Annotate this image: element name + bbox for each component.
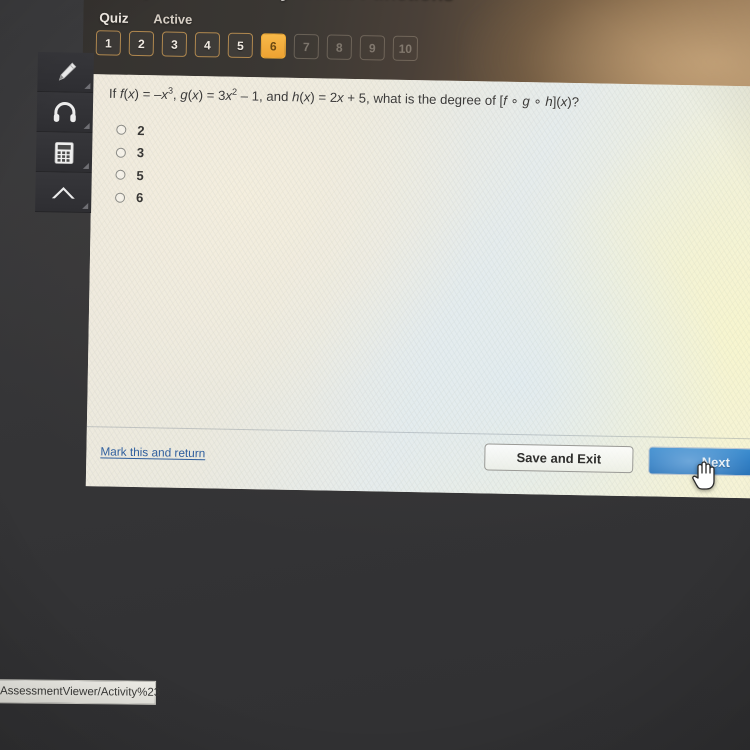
calculator-tool-button[interactable] [35, 131, 93, 174]
question-tab-5[interactable]: 5 [227, 32, 254, 59]
tool-sidebar[interactable] [35, 52, 94, 213]
mark-this-and-return-link[interactable]: Mark this and return [100, 444, 205, 460]
photo-of-screen: Composition of Polynomial Functions Quiz… [0, 0, 750, 750]
collapse-tool-button[interactable] [35, 171, 92, 213]
calculator-icon [51, 139, 77, 165]
highlighter-icon [50, 57, 81, 88]
answer-choice[interactable]: 2 [116, 119, 145, 142]
question-tab-8: 8 [326, 34, 353, 60]
moire-pattern [85, 74, 750, 499]
question-tab-9: 9 [359, 35, 386, 61]
question-tab-7: 7 [293, 33, 320, 60]
answer-choice[interactable]: 5 [115, 164, 144, 187]
radio-button-icon[interactable] [116, 124, 127, 136]
quiz-status-label: Active [153, 11, 193, 27]
quiz-label: Quiz [99, 10, 129, 26]
question-panel: If f(x) = –x3, g(x) = 3x2 – 1, and h(x) … [85, 74, 750, 499]
status-bar-url: AssessmentViewer/Activity%23 [0, 685, 161, 699]
question-tab-1[interactable]: 1 [95, 30, 122, 56]
answer-choice-list[interactable]: 2 3 5 6 [114, 119, 145, 210]
question-tab-6[interactable]: 6 [260, 33, 287, 59]
save-and-exit-button[interactable]: Save and Exit [484, 443, 634, 474]
question-tab-3[interactable]: 3 [161, 31, 188, 57]
browser-status-bar: AssessmentViewer/Activity%23 [0, 679, 160, 705]
radio-button-icon[interactable] [114, 192, 126, 203]
radio-button-icon[interactable] [115, 147, 126, 158]
answer-choice-label: 5 [136, 167, 144, 183]
highlighter-tool-button[interactable] [37, 52, 94, 94]
answer-choice[interactable]: 3 [115, 141, 145, 164]
question-tab-4[interactable]: 4 [194, 32, 221, 58]
radio-button-icon[interactable] [115, 169, 126, 181]
laptop-screen: Composition of Polynomial Functions Quiz… [75, 0, 750, 510]
question-tab-10: 10 [392, 35, 419, 62]
answer-choice-label: 6 [135, 190, 144, 206]
answer-choice[interactable]: 6 [114, 186, 144, 209]
mouse-cursor-hand-icon [690, 460, 716, 490]
answer-choice-label: 2 [137, 122, 145, 138]
chevron-up-icon [48, 179, 78, 206]
question-tab-2[interactable]: 2 [128, 30, 155, 57]
headphones-tool-button[interactable] [36, 91, 94, 134]
answer-choice-label: 3 [136, 145, 145, 161]
headphones-icon [51, 98, 80, 127]
